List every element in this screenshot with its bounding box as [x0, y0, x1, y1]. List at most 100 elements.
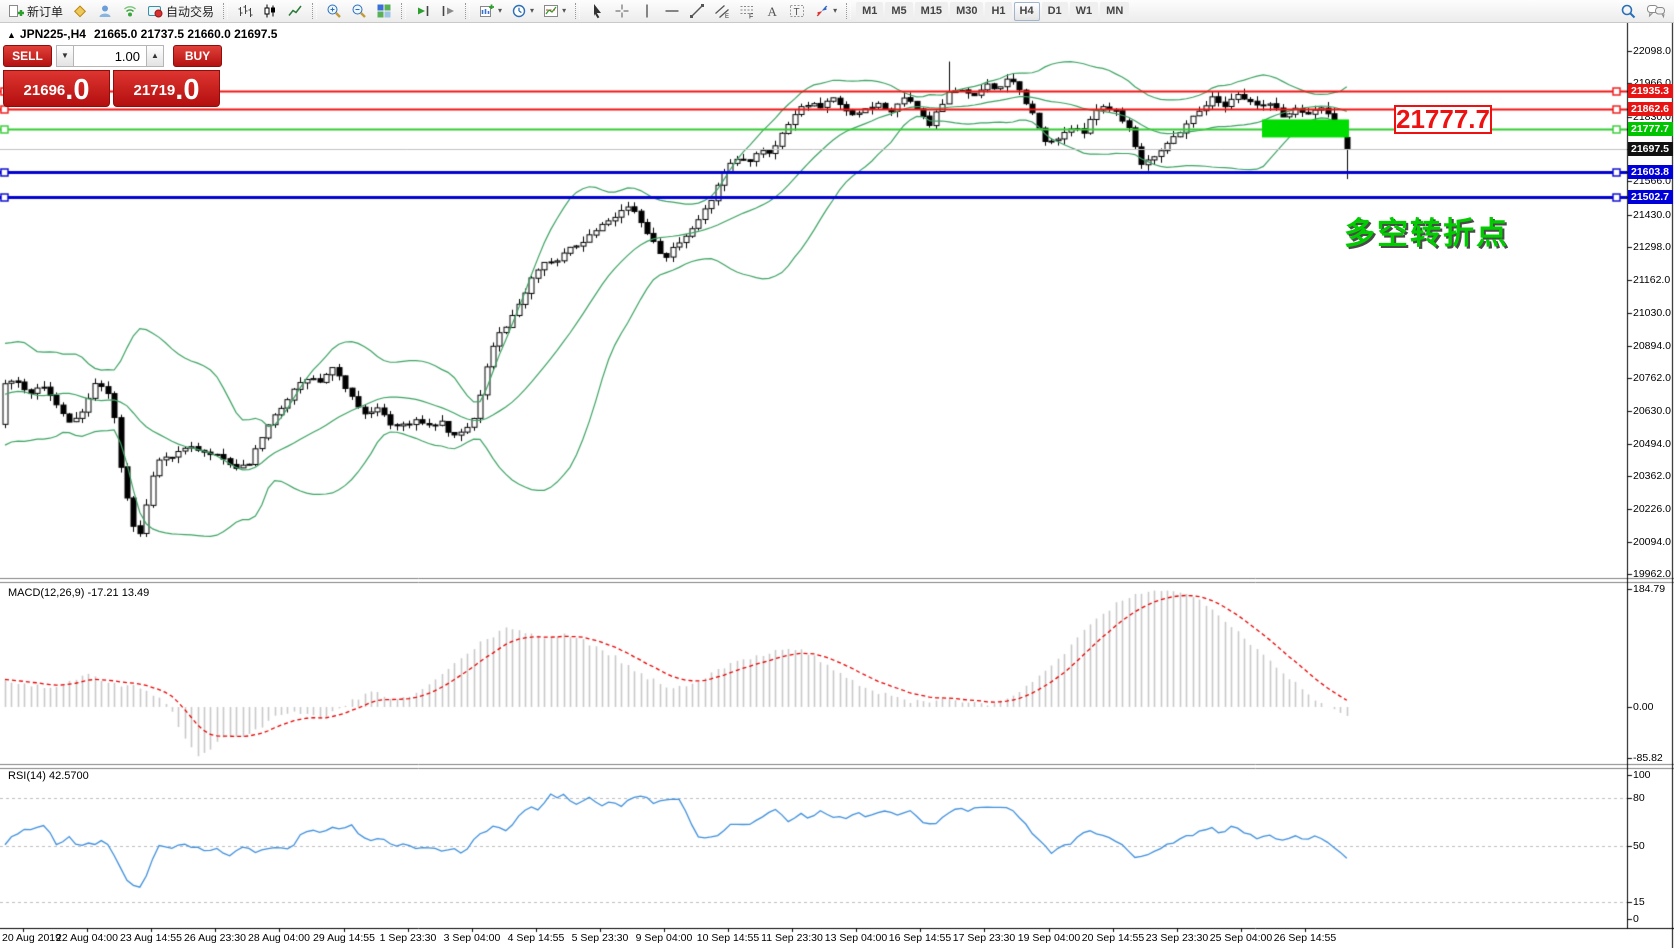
timeframe-m5-button[interactable]: M5: [885, 2, 912, 21]
time-axis-label: 25 Sep 04:00: [1210, 932, 1272, 944]
chart-shift-button[interactable]: [436, 1, 460, 21]
price-tick-label: 20226.0: [1633, 503, 1671, 515]
text-tool-button[interactable]: A: [760, 1, 784, 21]
price-tick-label: 20094.0: [1633, 536, 1671, 548]
volume-stepper: ▼ ▲: [56, 45, 169, 67]
horizontal-line-icon: [664, 3, 680, 19]
timeframe-mn-button[interactable]: MN: [1100, 2, 1129, 21]
timeframe-m1-button[interactable]: M1: [856, 2, 883, 21]
turning-point-note[interactable]: 多空转折点: [1344, 208, 1509, 253]
timeframe-w1-button[interactable]: W1: [1070, 2, 1099, 21]
price-tick-label: 20894.0: [1633, 340, 1671, 352]
bar-chart-button[interactable]: [233, 1, 257, 21]
community-button[interactable]: [93, 1, 117, 21]
chat-icon: [1646, 3, 1666, 19]
time-axis-label: 1 Sep 23:30: [380, 932, 437, 944]
buy-button[interactable]: BUY: [173, 45, 222, 67]
sell-price-box[interactable]: 21696.0: [3, 70, 110, 107]
new-chart-button[interactable]: ▾: [475, 1, 506, 21]
editor-icon: [72, 3, 88, 19]
signals-button[interactable]: [118, 1, 142, 21]
price-chart-canvas[interactable]: [0, 0, 1674, 948]
dropdown-caret: ▾: [498, 7, 502, 15]
collapse-icon[interactable]: ▲: [7, 30, 16, 40]
time-axis-label: 19 Sep 04:00: [1018, 932, 1080, 944]
volume-increase-button[interactable]: ▲: [146, 45, 164, 67]
macd-tick-label: 0.00: [1633, 701, 1653, 713]
arrows-tool-button[interactable]: ▾: [810, 1, 841, 21]
time-axis-label: 20 Sep 14:55: [1082, 932, 1144, 944]
buy-price-box[interactable]: 21719.0: [113, 70, 220, 107]
toolbar-grip: [575, 3, 580, 19]
toolbar-grip: [465, 3, 470, 19]
macd-tick-label: 184.79: [1633, 583, 1665, 595]
main-toolbar: 新订单 自动交易: [0, 0, 1674, 23]
timeframe-d1-button[interactable]: D1: [1042, 2, 1068, 21]
bar-chart-icon: [237, 3, 253, 19]
trendline-icon: [689, 3, 705, 19]
periods-button[interactable]: ▾: [507, 1, 538, 21]
autotrading-button[interactable]: 自动交易: [143, 1, 218, 21]
metaeditor-button[interactable]: [68, 1, 92, 21]
tile-windows-button[interactable]: [372, 1, 396, 21]
new-order-label: 新订单: [27, 3, 63, 20]
time-axis-label: 23 Sep 23:30: [1146, 932, 1208, 944]
price-badge-21862.6: 21862.6: [1628, 102, 1673, 116]
zoom-out-button[interactable]: [347, 1, 371, 21]
toolbar-grip: [312, 3, 317, 19]
trade-panel-row-prices: 21696.0 21719.0: [3, 70, 222, 107]
text-a-icon: A: [764, 3, 780, 19]
price-tick-label: 20494.0: [1633, 438, 1671, 450]
channel-tool-button[interactable]: E: [710, 1, 734, 21]
line-chart-button[interactable]: [283, 1, 307, 21]
horizontal-line-tool-button[interactable]: [660, 1, 684, 21]
text-label-tool-button[interactable]: T: [785, 1, 809, 21]
price-tick-label: 21298.0: [1633, 241, 1671, 253]
time-axis-label: 29 Aug 14:55: [313, 932, 375, 944]
templates-button[interactable]: ▾: [539, 1, 570, 21]
trade-panel-row-top: SELL ▼ ▲ BUY: [3, 44, 222, 68]
person-icon: [97, 3, 113, 19]
time-axis-label: 26 Sep 14:55: [1274, 932, 1336, 944]
rsi-tick-label: 15: [1633, 896, 1645, 908]
price-level-callout[interactable]: 21777.7: [1394, 105, 1492, 134]
candlestick-chart-button[interactable]: [258, 1, 282, 21]
auto-scroll-button[interactable]: [411, 1, 435, 21]
trendline-tool-button[interactable]: [685, 1, 709, 21]
price-badge-21697.5: 21697.5: [1628, 142, 1673, 156]
fibonacci-tool-button[interactable]: F: [735, 1, 759, 21]
volume-input[interactable]: [74, 45, 146, 67]
macd-tick-label: -85.82: [1633, 752, 1663, 764]
rsi-tick-label: 50: [1633, 840, 1645, 852]
timeframe-h4-button[interactable]: H4: [1014, 2, 1040, 21]
time-axis-label: 16 Sep 14:55: [889, 932, 951, 944]
new-order-icon: [8, 3, 24, 19]
price-tick-label: 21430.0: [1633, 209, 1671, 221]
cursor-icon: [589, 3, 605, 19]
sell-button[interactable]: SELL: [3, 45, 52, 67]
chart-shift-icon: [440, 3, 456, 19]
crosshair-tool-button[interactable]: [610, 1, 634, 21]
chat-button[interactable]: [1642, 1, 1670, 21]
price-badge-21777.7: 21777.7: [1628, 122, 1673, 136]
timeframe-h1-button[interactable]: H1: [985, 2, 1011, 21]
autotrading-icon: [147, 3, 163, 19]
zoom-in-button[interactable]: [322, 1, 346, 21]
vertical-line-tool-button[interactable]: [635, 1, 659, 21]
new-order-button[interactable]: 新订单: [4, 1, 67, 21]
search-button[interactable]: [1616, 1, 1641, 21]
timeframe-m30-button[interactable]: M30: [950, 2, 983, 21]
time-axis-label: 17 Sep 23:30: [953, 932, 1015, 944]
timeframe-m15-button[interactable]: M15: [915, 2, 948, 21]
timeframe-toolbar: M1M5M15M30H1H4D1W1MN: [856, 2, 1129, 21]
time-axis-label: 20 Aug 2019: [2, 932, 61, 944]
new-chart-icon: [479, 3, 495, 19]
symbol-period-label: JPN225-,H4: [20, 27, 86, 41]
svg-text:T: T: [794, 7, 800, 18]
cursor-tool-button[interactable]: [585, 1, 609, 21]
price-tick-label: 19962.0: [1633, 568, 1671, 580]
volume-decrease-button[interactable]: ▼: [56, 45, 74, 67]
dropdown-caret: ▾: [562, 7, 566, 15]
price-tick-label: 20630.0: [1633, 405, 1671, 417]
time-axis-label: 11 Sep 23:30: [761, 932, 823, 944]
